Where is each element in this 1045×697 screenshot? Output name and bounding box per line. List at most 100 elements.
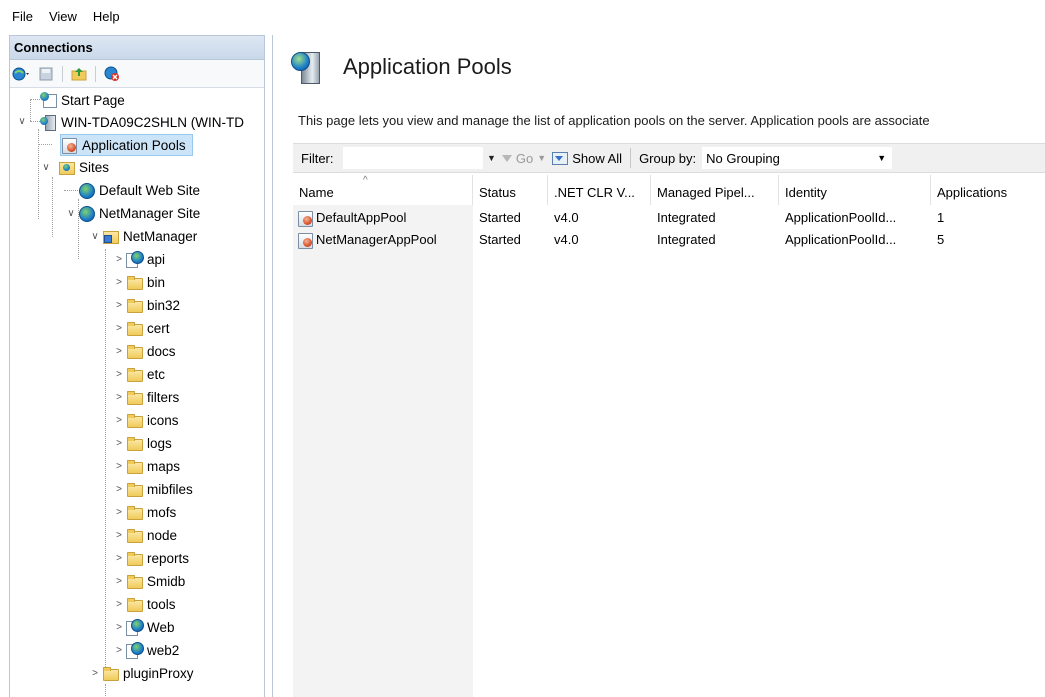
tree-application-pools[interactable]: Application Pools: [60, 134, 193, 156]
main-content: Application Pools This page lets you vie…: [272, 35, 1045, 697]
folder-icon: [126, 504, 143, 520]
folder-icon: [126, 435, 143, 451]
application-icon: [126, 619, 144, 636]
table-row[interactable]: NetManagerAppPool Started v4.0 Integrate…: [293, 229, 1045, 251]
tree-child-node[interactable]: node: [126, 524, 177, 546]
expand-chevron-icon[interactable]: >: [114, 577, 124, 587]
application-icon: [126, 642, 144, 659]
tree-child-cert[interactable]: cert: [126, 317, 170, 339]
expand-chevron-icon[interactable]: ∨: [17, 117, 27, 127]
show-all-button[interactable]: Show All: [552, 151, 622, 166]
tree-child-bin[interactable]: bin: [126, 271, 165, 293]
filter-label: Filter:: [301, 150, 334, 166]
tree-server[interactable]: WIN-TDA09C2SHLN (WIN-TD: [40, 111, 244, 133]
tree-child-web[interactable]: Web: [126, 616, 175, 638]
globe-icon: [78, 205, 95, 222]
expand-chevron-icon[interactable]: >: [114, 462, 124, 472]
folder-icon: [126, 527, 143, 543]
folder-icon: [126, 297, 143, 313]
menu-help[interactable]: Help: [87, 9, 130, 24]
table-row[interactable]: DefaultAppPool Started v4.0 Integrated A…: [293, 207, 1045, 229]
go-button[interactable]: Go: [501, 151, 533, 166]
expand-chevron-icon[interactable]: >: [114, 531, 124, 541]
filter-dropdown-arrow-icon[interactable]: ▼: [487, 153, 496, 163]
expand-chevron-icon[interactable]: >: [114, 600, 124, 610]
tree-child-web2[interactable]: web2: [126, 639, 179, 661]
expand-chevron-icon[interactable]: >: [114, 324, 124, 334]
tree-child-mibfiles[interactable]: mibfiles: [126, 478, 193, 500]
tree-child-docs[interactable]: docs: [126, 340, 176, 362]
expand-chevron-icon[interactable]: ∨: [41, 163, 51, 173]
column-header-applications[interactable]: Applications: [931, 175, 1045, 205]
tree-netmanager-app[interactable]: NetManager: [102, 225, 197, 247]
tree-child-api[interactable]: api: [126, 248, 165, 270]
tree-child-tools[interactable]: tools: [126, 593, 176, 615]
tree-plugin-proxy[interactable]: pluginProxy: [102, 662, 194, 684]
show-all-label: Show All: [572, 150, 623, 166]
folder-icon: [126, 573, 143, 589]
column-header-clr-version[interactable]: .NET CLR V...: [548, 175, 651, 205]
tree-child-mofs[interactable]: mofs: [126, 501, 176, 523]
cell-clr-version: v4.0: [554, 210, 579, 225]
tree-child-filters[interactable]: filters: [126, 386, 179, 408]
tree-child-reports[interactable]: reports: [126, 547, 189, 569]
connect-globe-icon[interactable]: [12, 64, 32, 84]
folder-icon: [126, 320, 143, 336]
column-header-status[interactable]: Status: [473, 175, 548, 205]
column-header-identity[interactable]: Identity: [779, 175, 931, 205]
page-header: Application Pools: [291, 47, 512, 87]
tree-child-maps[interactable]: maps: [126, 455, 180, 477]
folder-icon: [126, 458, 143, 474]
disconnect-icon[interactable]: [102, 64, 122, 84]
folder-icon: [126, 274, 143, 290]
sites-icon: [58, 159, 75, 175]
application-folder-icon: [102, 228, 119, 244]
menu-view[interactable]: View: [43, 9, 87, 24]
expand-chevron-icon[interactable]: ∨: [90, 232, 100, 242]
show-all-icon: [552, 151, 569, 165]
expand-chevron-icon[interactable]: >: [90, 669, 100, 679]
cell-pipeline: Integrated: [657, 210, 716, 225]
expand-chevron-icon[interactable]: >: [114, 646, 124, 656]
filter-input[interactable]: [343, 147, 483, 169]
expand-chevron-icon[interactable]: >: [114, 623, 124, 633]
expand-chevron-icon[interactable]: >: [114, 370, 124, 380]
tree-child-icons[interactable]: icons: [126, 409, 179, 431]
app-pool-icon: [297, 232, 313, 249]
menu-file[interactable]: File: [6, 9, 43, 24]
tree-netmanager-site[interactable]: NetManager Site: [78, 202, 200, 224]
sorted-column-highlight: [293, 205, 473, 697]
expand-chevron-icon[interactable]: >: [114, 485, 124, 495]
expand-chevron-icon[interactable]: >: [114, 554, 124, 564]
expand-chevron-icon[interactable]: >: [114, 416, 124, 426]
tree-sites[interactable]: Sites: [58, 156, 109, 178]
tree-child-smidb[interactable]: Smidb: [126, 570, 185, 592]
expand-chevron-icon[interactable]: >: [114, 255, 124, 265]
page-description: This page lets you view and manage the l…: [298, 113, 930, 128]
expand-chevron-icon[interactable]: >: [114, 393, 124, 403]
expand-chevron-icon[interactable]: ∨: [66, 209, 76, 219]
column-header-pipeline[interactable]: Managed Pipel...: [651, 175, 779, 205]
group-by-select[interactable]: No Grouping ▼: [702, 147, 893, 169]
tree-default-web-site[interactable]: Default Web Site: [78, 179, 200, 201]
group-by-label: Group by:: [639, 150, 697, 166]
cell-applications: 5: [937, 232, 945, 247]
start-page-icon: [40, 92, 57, 108]
expand-chevron-icon[interactable]: >: [114, 347, 124, 357]
tree-child-logs[interactable]: logs: [126, 432, 172, 454]
save-icon[interactable]: [36, 64, 56, 84]
connections-toolbar: [10, 60, 264, 88]
expand-chevron-icon[interactable]: >: [114, 278, 124, 288]
expand-chevron-icon[interactable]: >: [114, 508, 124, 518]
tree-child-etc[interactable]: etc: [126, 363, 165, 385]
tree-child-bin32[interactable]: bin32: [126, 294, 180, 316]
expand-chevron-icon[interactable]: >: [114, 439, 124, 449]
expand-chevron-icon[interactable]: >: [114, 301, 124, 311]
go-dropdown-arrow-icon[interactable]: ▼: [537, 153, 546, 163]
table-header: ^ Name Status .NET CLR V... Managed Pipe…: [293, 175, 1045, 205]
tree-start-page[interactable]: Start Page: [40, 89, 125, 111]
up-folder-icon[interactable]: [69, 64, 89, 84]
column-header-name[interactable]: ^ Name: [293, 175, 473, 205]
connections-tree: Start Page ∨ WIN-TDA09C2SHLN (WIN-TD App…: [10, 89, 264, 697]
folder-icon: [126, 389, 143, 405]
